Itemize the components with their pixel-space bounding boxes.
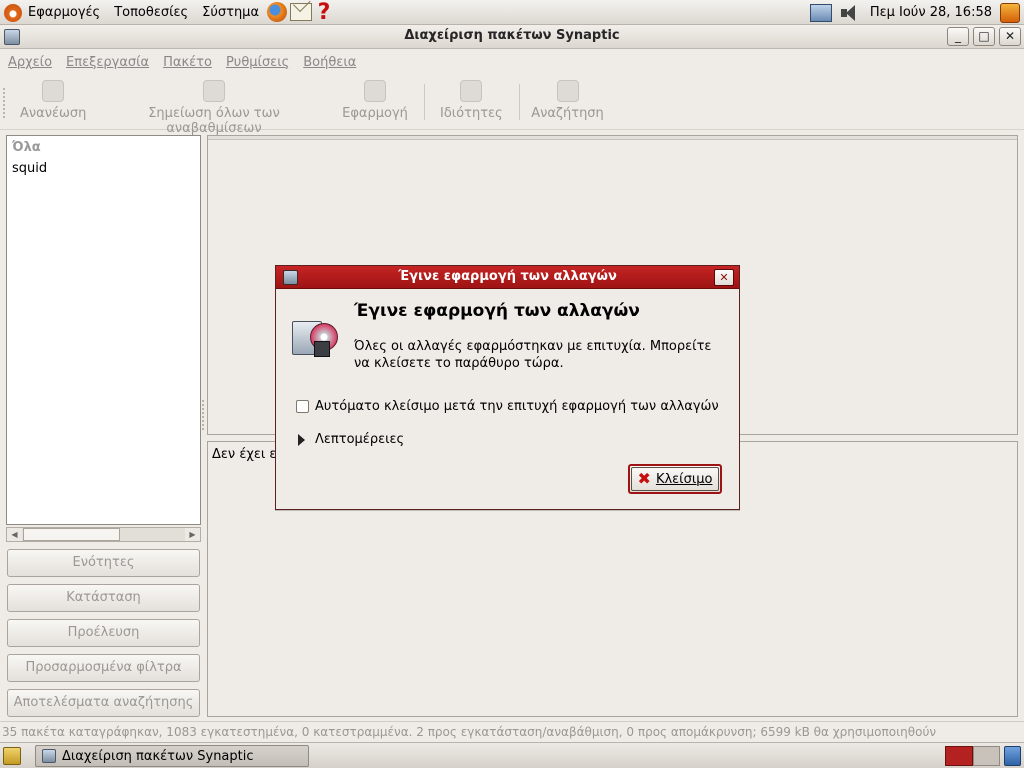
- reload-button[interactable]: Ανανέωση: [20, 80, 86, 121]
- taskbar-item-synaptic[interactable]: Διαχείριση πακέτων Synaptic: [35, 745, 309, 767]
- toolbar-grip[interactable]: [3, 88, 7, 118]
- filter-list-scrollbar[interactable]: ◀ ▶: [6, 527, 201, 542]
- filter-list[interactable]: Όλα squid: [6, 135, 201, 525]
- filter-item-squid[interactable]: squid: [7, 157, 200, 178]
- firefox-icon[interactable]: [267, 1, 288, 22]
- trash-icon[interactable]: [1004, 746, 1021, 766]
- dialog-message: Όλες οι αλλαγές εφαρμόστηκαν με επιτυχία…: [354, 339, 712, 371]
- minimize-button[interactable]: _: [947, 27, 969, 46]
- menu-edit[interactable]: Επεξεργασία: [66, 55, 149, 70]
- help-icon[interactable]: ?: [315, 1, 333, 24]
- toolbar: Ανανέωση Σημείωση όλων των αναβαθμίσεων …: [0, 74, 1024, 136]
- menu-settings[interactable]: Ρυθμίσεις: [226, 55, 289, 70]
- scrollbar-thumb[interactable]: [23, 528, 120, 541]
- package-install-icon: [292, 315, 338, 359]
- dialog-heading: Έγινε εφαρμογή των αλλαγών: [354, 301, 640, 321]
- system-menu[interactable]: Σύστημα: [202, 5, 259, 20]
- places-menu[interactable]: Τοποθεσίες: [114, 5, 188, 20]
- dialog-close-icon[interactable]: ✕: [714, 269, 734, 286]
- show-desktop-icon[interactable]: [3, 747, 21, 765]
- custom-filters-button[interactable]: Προσαρμοσμένα φίλτρα: [7, 654, 200, 682]
- window-title: Διαχείριση πακέτων Synaptic: [404, 28, 620, 43]
- network-icon[interactable]: [809, 3, 832, 22]
- dialog-title: Έγινε εφαρμογή των αλλαγών: [398, 269, 617, 284]
- toolbar-separator: [519, 84, 520, 120]
- apply-button[interactable]: Εφαρμογή: [342, 80, 408, 121]
- reload-label: Ανανέωση: [20, 106, 87, 121]
- maximize-button[interactable]: □: [973, 27, 995, 46]
- origin-button[interactable]: Προέλευση: [7, 619, 200, 647]
- bottom-panel: Διαχείριση πακέτων Synaptic: [0, 742, 1024, 768]
- package-list-header: [208, 136, 1017, 140]
- checkmark-icon: [364, 80, 386, 102]
- taskbar-item-label: Διαχείριση πακέτων Synaptic: [62, 748, 254, 764]
- auto-close-option[interactable]: Αυτόματο κλείσιμο μετά την επιτυχή εφαρμ…: [296, 399, 719, 414]
- workspace-1[interactable]: [945, 746, 973, 766]
- search-icon: [556, 80, 579, 102]
- mark-all-label: Σημείωση όλων των αναβαθμίσεων: [148, 106, 280, 136]
- volume-icon[interactable]: [840, 4, 862, 22]
- menu-help[interactable]: Βοήθεια: [303, 55, 356, 70]
- mark-all-upgrades-button[interactable]: Σημείωση όλων των αναβαθμίσεων: [100, 80, 328, 136]
- search-label: Αναζήτηση: [531, 106, 604, 121]
- mark-upgrades-icon: [203, 80, 225, 102]
- top-panel: Εφαρμογές Τοποθεσίες Σύστημα ? Πεμ Ιούν …: [0, 0, 1024, 25]
- update-notifier-icon[interactable]: [1000, 2, 1020, 23]
- apply-label: Εφαρμογή: [342, 106, 408, 121]
- workspace-2[interactable]: [973, 746, 1000, 766]
- scroll-left-icon[interactable]: ◀: [7, 528, 22, 541]
- mail-icon[interactable]: [290, 2, 313, 21]
- reload-icon: [42, 80, 64, 102]
- details-label[interactable]: Λεπτομέρειες: [315, 432, 404, 447]
- close-button[interactable]: ✖ Κλείσιμο: [628, 464, 722, 494]
- pane-divider[interactable]: [202, 400, 206, 430]
- window-titlebar[interactable]: Διαχείριση πακέτων Synaptic _ □ ✕: [0, 25, 1024, 49]
- synaptic-icon: [42, 749, 56, 763]
- toolbar-separator: [424, 84, 425, 120]
- menu-file[interactable]: Αρχείο: [8, 55, 52, 70]
- auto-close-label[interactable]: Αυτόματο κλείσιμο μετά την επιτυχή εφαρμ…: [315, 399, 719, 414]
- status-button[interactable]: Κατάσταση: [7, 584, 200, 612]
- filter-item-all[interactable]: Όλα: [7, 136, 200, 157]
- clock[interactable]: Πεμ Ιούν 28, 16:58: [870, 5, 992, 20]
- properties-label: Ιδιότητες: [440, 106, 503, 121]
- applications-menu[interactable]: Εφαρμογές: [28, 5, 100, 20]
- expander-arrow-icon[interactable]: [298, 433, 305, 446]
- changes-applied-dialog: Έγινε εφαρμογή των αλλαγών ✕ Έγινε εφαρμ…: [275, 265, 740, 510]
- menubar: Αρχείο Επεξεργασία Πακέτο Ρυθμίσεις Βοήθ…: [0, 50, 1024, 74]
- ubuntu-foot-icon[interactable]: [4, 3, 22, 22]
- properties-icon: [460, 80, 482, 102]
- search-results-button[interactable]: Αποτελέσματα αναζήτησης: [7, 689, 200, 717]
- search-button[interactable]: Αναζήτηση: [531, 80, 604, 121]
- description-text: Δεν έχει ε: [212, 447, 277, 462]
- auto-close-checkbox[interactable]: [296, 400, 309, 413]
- details-expander[interactable]: Λεπτομέρειες: [298, 432, 404, 447]
- close-window-button[interactable]: ✕: [999, 27, 1021, 46]
- scroll-right-icon[interactable]: ▶: [185, 528, 200, 541]
- sections-button[interactable]: Ενότητες: [7, 549, 200, 577]
- status-bar: 35 πακέτα καταγράφηκαν, 1083 εγκατεστημέ…: [0, 721, 1024, 742]
- properties-button[interactable]: Ιδιότητες: [440, 80, 503, 121]
- menu-package[interactable]: Πακέτο: [163, 55, 212, 70]
- dialog-titlebar[interactable]: Έγινε εφαρμογή των αλλαγών ✕: [276, 266, 739, 289]
